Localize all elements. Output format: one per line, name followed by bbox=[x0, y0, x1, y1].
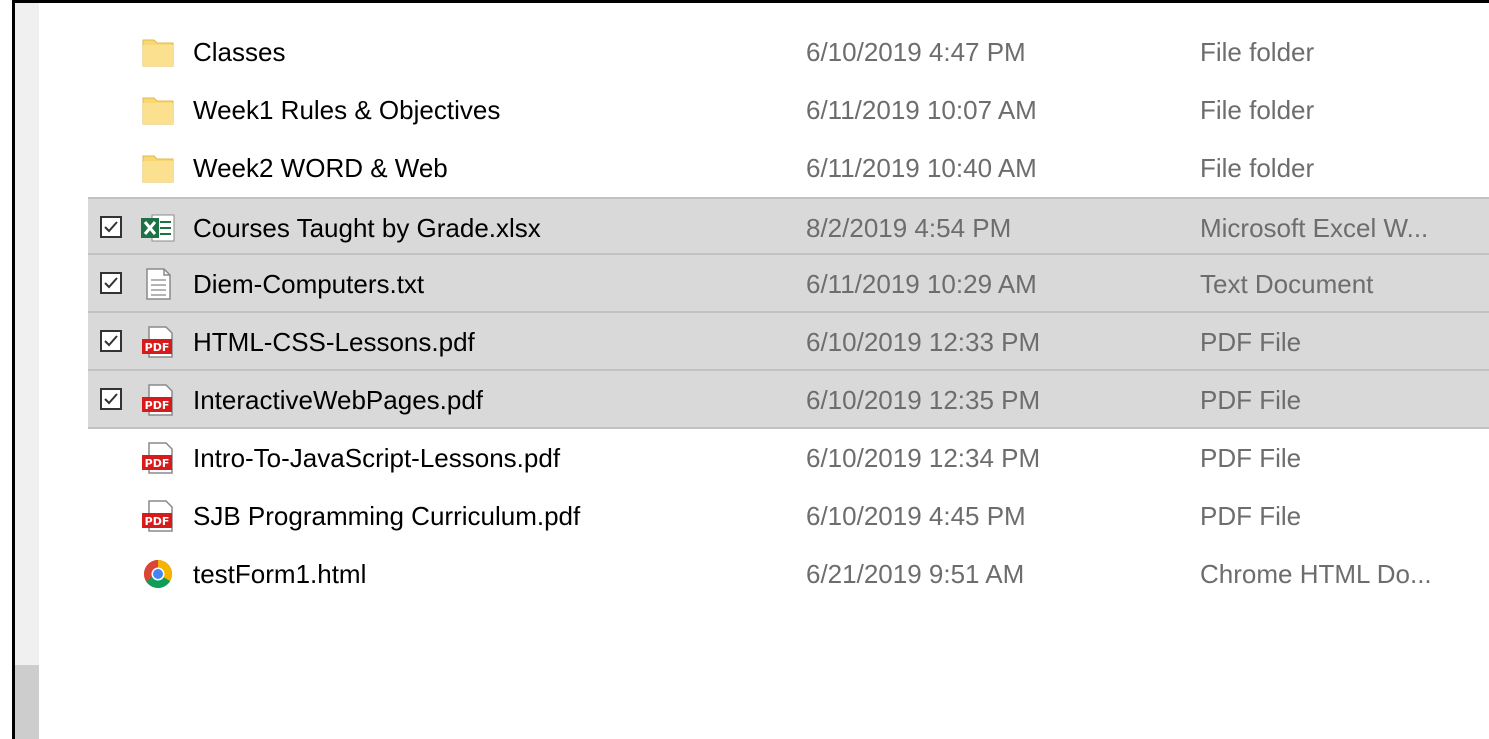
row-checkbox[interactable] bbox=[100, 388, 122, 410]
pdf-file-icon: PDF bbox=[140, 382, 176, 418]
file-name: Week2 WORD & Web bbox=[193, 153, 448, 183]
file-name: SJB Programming Curriculum.pdf bbox=[193, 501, 581, 531]
file-type: File folder bbox=[1200, 37, 1315, 67]
text-file-icon bbox=[140, 266, 176, 302]
file-name: testForm1.html bbox=[193, 559, 367, 589]
file-type: File folder bbox=[1200, 95, 1315, 125]
excel-file-icon bbox=[140, 210, 176, 246]
file-name: InteractiveWebPages.pdf bbox=[193, 385, 484, 415]
svg-text:PDF: PDF bbox=[145, 399, 170, 412]
file-date-modified: 6/10/2019 12:34 PM bbox=[806, 443, 1041, 473]
pdf-file-icon: PDF bbox=[140, 440, 176, 476]
navigation-pane-scrollbar[interactable] bbox=[15, 3, 39, 739]
file-type: PDF File bbox=[1200, 501, 1302, 531]
folder-icon bbox=[140, 34, 176, 70]
file-row[interactable]: testForm1.html 6/21/2019 9:51 AM Chrome … bbox=[88, 545, 1489, 603]
file-row[interactable]: Classes 6/10/2019 4:47 PM File folder bbox=[88, 23, 1489, 81]
file-row[interactable]: PDF Intro-To-JavaScript-Lessons.pdf 6/10… bbox=[88, 429, 1489, 487]
row-checkbox[interactable] bbox=[100, 272, 122, 294]
file-date-modified: 6/21/2019 9:51 AM bbox=[806, 559, 1025, 589]
file-row-selected[interactable]: Courses Taught by Grade.xlsx 8/2/2019 4:… bbox=[88, 197, 1489, 255]
file-date-modified: 8/2/2019 4:54 PM bbox=[806, 213, 1012, 243]
file-name: Intro-To-JavaScript-Lessons.pdf bbox=[193, 443, 561, 473]
file-date-modified: 6/11/2019 10:29 AM bbox=[806, 269, 1037, 299]
chrome-html-file-icon bbox=[140, 556, 176, 592]
file-name: Classes bbox=[193, 37, 286, 67]
file-row-selected[interactable]: PDF InteractiveWebPages.pdf 6/10/2019 12… bbox=[88, 371, 1489, 429]
file-type: Microsoft Excel W... bbox=[1200, 213, 1429, 243]
file-row[interactable]: Week1 Rules & Objectives 6/11/2019 10:07… bbox=[88, 81, 1489, 139]
file-type: PDF File bbox=[1200, 327, 1302, 357]
file-date-modified: 6/11/2019 10:40 AM bbox=[806, 153, 1037, 183]
row-checkbox[interactable] bbox=[100, 216, 122, 238]
file-type: Text Document bbox=[1200, 269, 1374, 299]
folder-icon bbox=[140, 92, 176, 128]
folder-icon bbox=[140, 150, 176, 186]
file-name: Courses Taught by Grade.xlsx bbox=[193, 213, 541, 243]
file-type: Chrome HTML Do... bbox=[1200, 559, 1432, 589]
row-checkbox[interactable] bbox=[100, 330, 122, 352]
file-row-selected[interactable]: Diem-Computers.txt 6/11/2019 10:29 AM Te… bbox=[88, 255, 1489, 313]
pdf-file-icon: PDF bbox=[140, 498, 176, 534]
file-name: Diem-Computers.txt bbox=[193, 269, 425, 299]
svg-text:PDF: PDF bbox=[145, 515, 170, 528]
file-row[interactable]: PDF SJB Programming Curriculum.pdf 6/10/… bbox=[88, 487, 1489, 545]
svg-text:PDF: PDF bbox=[145, 457, 170, 470]
file-date-modified: 6/10/2019 12:35 PM bbox=[806, 385, 1041, 415]
file-date-modified: 6/10/2019 12:33 PM bbox=[806, 327, 1041, 357]
file-name: Week1 Rules & Objectives bbox=[193, 95, 501, 125]
file-row[interactable]: Week2 WORD & Web 6/11/2019 10:40 AM File… bbox=[88, 139, 1489, 197]
pdf-file-icon: PDF bbox=[140, 324, 176, 360]
scrollbar-thumb[interactable] bbox=[15, 665, 39, 739]
svg-text:PDF: PDF bbox=[145, 341, 170, 354]
file-date-modified: 6/10/2019 4:47 PM bbox=[806, 37, 1026, 67]
file-type: PDF File bbox=[1200, 443, 1302, 473]
file-type: File folder bbox=[1200, 153, 1315, 183]
file-list: Classes 6/10/2019 4:47 PM File folder We… bbox=[88, 23, 1489, 603]
file-name: HTML-CSS-Lessons.pdf bbox=[193, 327, 475, 357]
file-date-modified: 6/11/2019 10:07 AM bbox=[806, 95, 1037, 125]
file-row-selected[interactable]: PDF HTML-CSS-Lessons.pdf 6/10/2019 12:33… bbox=[88, 313, 1489, 371]
file-type: PDF File bbox=[1200, 385, 1302, 415]
file-date-modified: 6/10/2019 4:45 PM bbox=[806, 501, 1026, 531]
